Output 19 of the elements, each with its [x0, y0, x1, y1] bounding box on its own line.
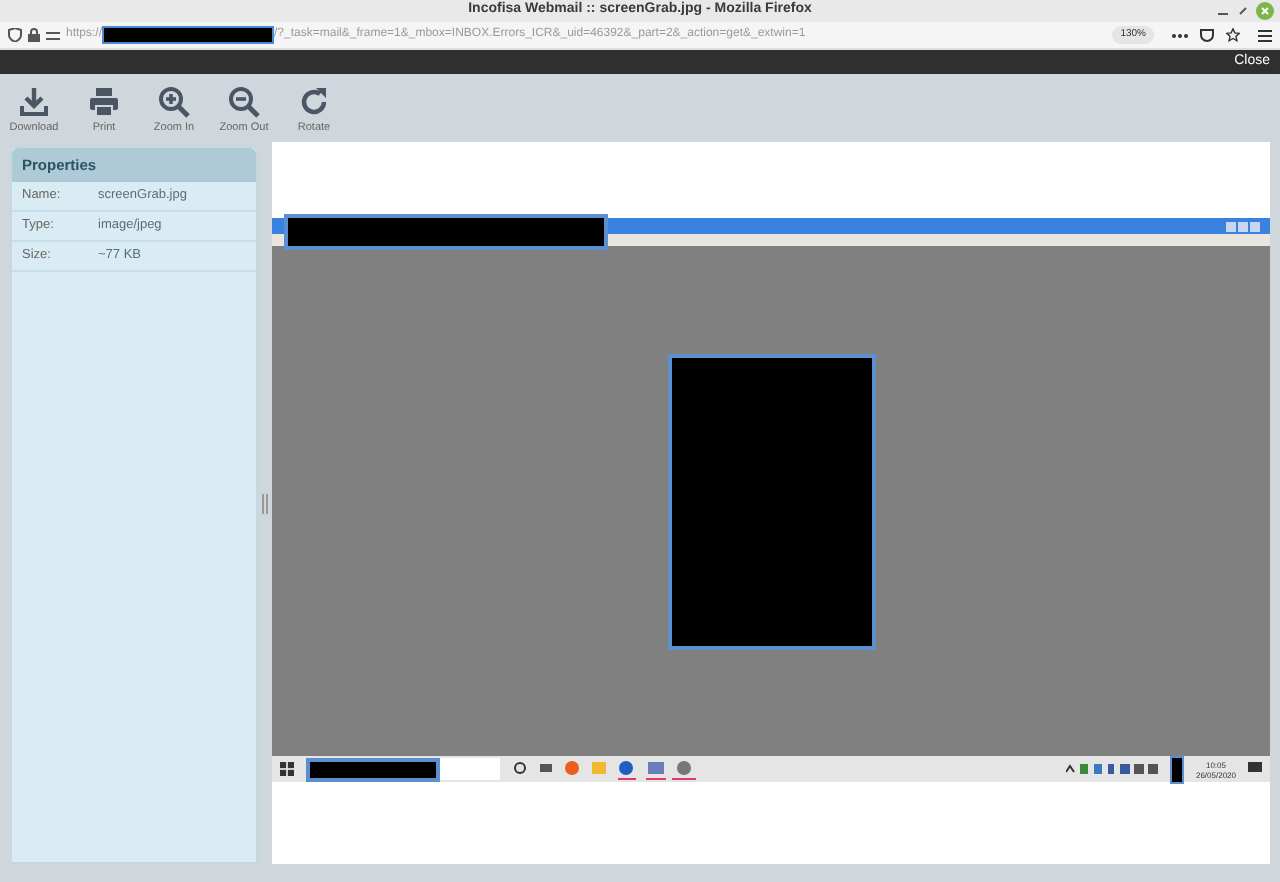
lock-icon	[28, 28, 40, 42]
printer-icon	[88, 85, 120, 118]
tray-icons-drawing	[1065, 762, 1158, 776]
redaction-box	[1169, 755, 1184, 783]
zoom-in-icon	[158, 85, 190, 118]
permissions-icon	[46, 29, 60, 41]
download-icon	[18, 85, 50, 118]
start-icon	[280, 762, 294, 776]
star-icon[interactable]	[1226, 28, 1240, 42]
splitter-handle-icon[interactable]	[262, 493, 268, 513]
menu-icon[interactable]	[1258, 29, 1272, 41]
notification-icon	[1248, 762, 1262, 776]
shield-icon	[8, 28, 22, 42]
window-controls-icon	[1226, 221, 1262, 231]
pocket-icon[interactable]	[1200, 28, 1214, 42]
zoom-out-icon	[228, 85, 260, 118]
rotate-icon	[298, 85, 330, 118]
maximize-icon[interactable]	[1238, 6, 1248, 16]
redaction-box	[306, 757, 440, 781]
